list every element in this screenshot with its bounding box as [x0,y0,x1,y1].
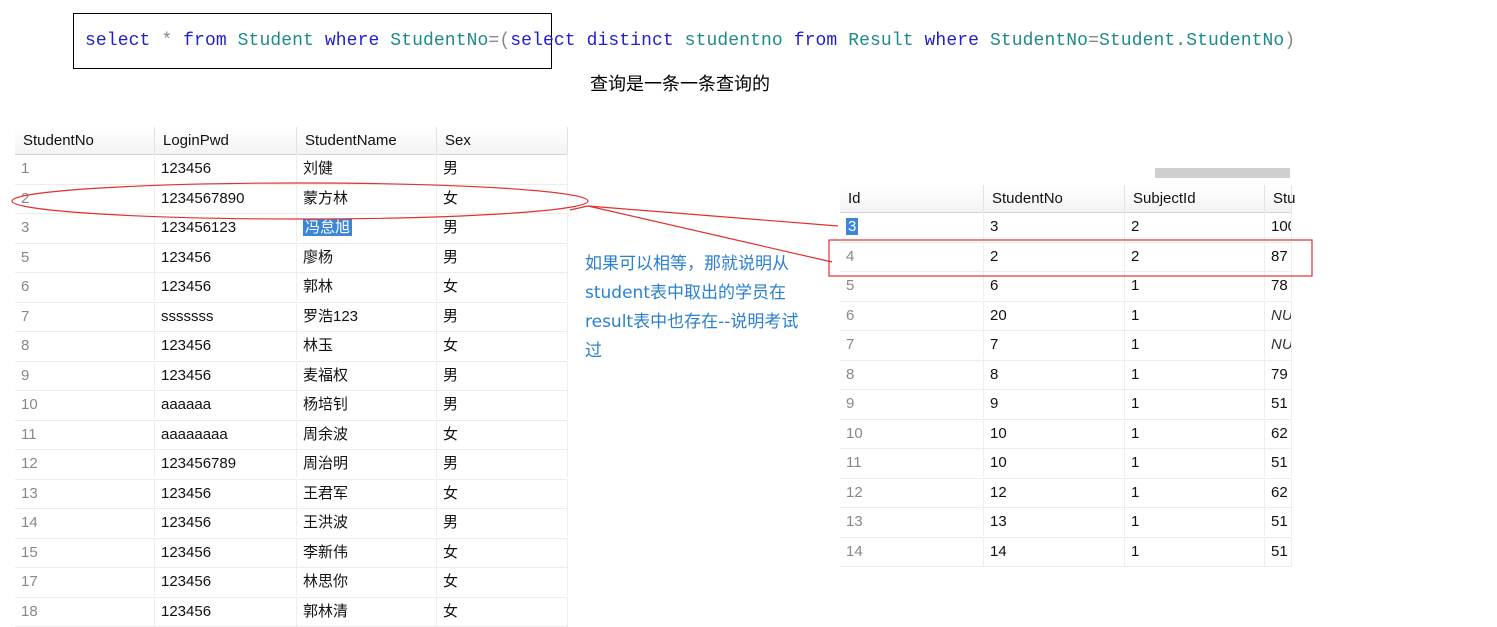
result-row-box [829,240,1312,276]
annotation-overlay [0,0,1497,626]
arrow-line-2 [588,206,832,262]
student-row-circle [12,183,588,219]
arrow-line-1 [588,206,838,226]
